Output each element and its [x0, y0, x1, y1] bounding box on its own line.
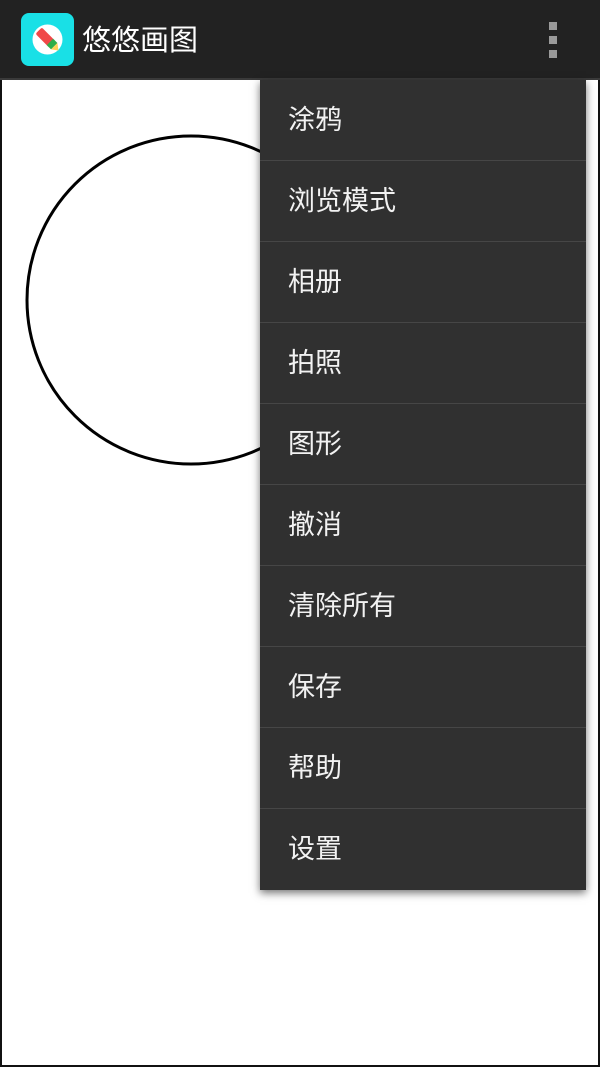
menu-item-settings[interactable]: 设置 — [260, 809, 586, 890]
menu-item-label: 设置 — [288, 834, 342, 865]
more-vert-icon-dot — [549, 50, 557, 58]
menu-item-label: 浏览模式 — [288, 186, 396, 217]
screen: 悠悠画图 涂鸦 浏览模式 相册 拍照 图形 撤消 清除所有 保存 帮助 设置 — [0, 0, 600, 1067]
app-title: 悠悠画图 — [82, 23, 199, 57]
overflow-menu: 涂鸦 浏览模式 相册 拍照 图形 撤消 清除所有 保存 帮助 设置 — [260, 80, 586, 890]
menu-item-label: 帮助 — [288, 753, 342, 784]
menu-item-shapes[interactable]: 图形 — [260, 404, 586, 485]
app-icon[interactable] — [21, 13, 74, 66]
menu-item-clear-all[interactable]: 清除所有 — [260, 566, 586, 647]
paint-brush-icon — [32, 24, 63, 55]
menu-item-label: 相册 — [288, 267, 342, 298]
action-bar: 悠悠画图 — [0, 0, 600, 80]
menu-item-label: 清除所有 — [288, 591, 396, 622]
menu-item-doodle[interactable]: 涂鸦 — [260, 80, 586, 161]
menu-item-undo[interactable]: 撤消 — [260, 485, 586, 566]
menu-item-save[interactable]: 保存 — [260, 647, 586, 728]
menu-item-take-photo[interactable]: 拍照 — [260, 323, 586, 404]
more-options-button[interactable] — [530, 14, 576, 66]
more-vert-icon — [549, 22, 557, 30]
menu-item-label: 拍照 — [288, 348, 342, 379]
menu-item-browse-mode[interactable]: 浏览模式 — [260, 161, 586, 242]
menu-item-album[interactable]: 相册 — [260, 242, 586, 323]
menu-item-label: 涂鸦 — [288, 105, 342, 136]
menu-item-help[interactable]: 帮助 — [260, 728, 586, 809]
more-vert-icon-dot — [549, 36, 557, 44]
menu-item-label: 保存 — [288, 672, 342, 703]
menu-item-label: 图形 — [288, 429, 342, 460]
menu-item-label: 撤消 — [288, 510, 342, 541]
